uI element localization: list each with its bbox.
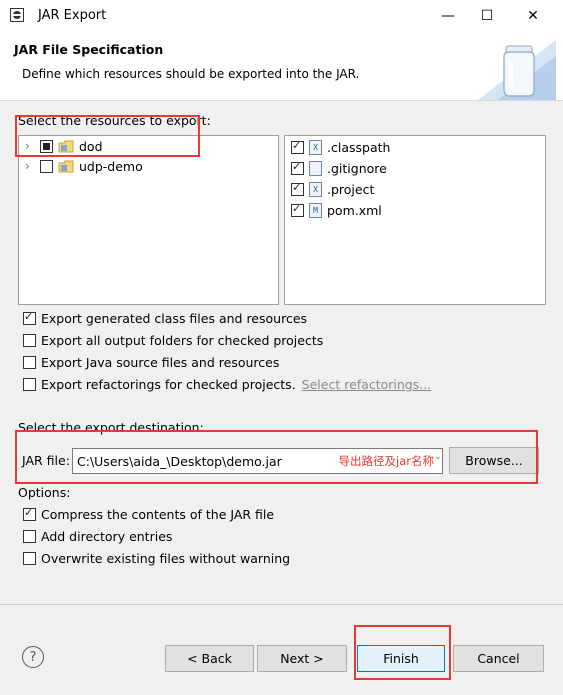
- project-checkbox[interactable]: [40, 159, 53, 173]
- option-label: Overwrite existing files without warning: [41, 551, 291, 566]
- eclipse-app-icon: [10, 8, 24, 22]
- file-name: .project: [327, 181, 375, 197]
- select-refactorings-link[interactable]: Select refactorings...: [302, 377, 431, 392]
- checkbox[interactable]: [23, 356, 36, 369]
- project-folder-icon: [58, 160, 74, 172]
- option-label: Add directory entries: [41, 529, 173, 544]
- option-label: Export generated class files and resourc…: [41, 311, 308, 326]
- file-item[interactable]: M pom.xml: [291, 200, 387, 220]
- cancel-button[interactable]: Cancel: [453, 645, 544, 672]
- project-name: udp-demo: [79, 158, 143, 174]
- directory-entries-option[interactable]: Add directory entries: [23, 529, 172, 544]
- help-icon[interactable]: ?: [22, 646, 44, 668]
- option-label: Export all output folders for checked pr…: [41, 333, 324, 348]
- chevron-right-icon[interactable]: ›: [25, 159, 35, 173]
- checkbox[interactable]: [23, 310, 36, 325]
- maximize-button[interactable]: ☐: [464, 0, 510, 32]
- file-name: pom.xml: [327, 202, 382, 218]
- annotation-box-finish: [354, 625, 451, 680]
- option-label: Export Java source files and resources: [41, 355, 280, 370]
- page-title: JAR File Specification: [14, 42, 164, 57]
- export-output-folders-option[interactable]: Export all output folders for checked pr…: [23, 333, 323, 348]
- checkbox[interactable]: [23, 334, 36, 347]
- file-item[interactable]: X .classpath: [291, 137, 395, 157]
- xml-file-icon: X: [309, 181, 322, 197]
- annotation-box-project: [15, 115, 200, 157]
- next-button[interactable]: Next >: [257, 645, 347, 672]
- window-title: JAR Export: [38, 8, 107, 23]
- option-label: Export refactorings for checked projects…: [41, 377, 296, 392]
- text-file-icon: [309, 160, 322, 176]
- overwrite-option[interactable]: Overwrite existing files without warning: [23, 551, 290, 566]
- annotation-box-destination: [15, 430, 538, 484]
- file-checkbox[interactable]: [291, 202, 304, 217]
- back-button[interactable]: < Back: [165, 645, 254, 672]
- wizard-header: JAR File Specification Define which reso…: [0, 32, 563, 101]
- maven-file-icon: M: [309, 202, 322, 218]
- export-java-source-option[interactable]: Export Java source files and resources: [23, 355, 279, 370]
- file-item[interactable]: .gitignore: [291, 158, 392, 178]
- checkbox[interactable]: [23, 378, 36, 391]
- compress-option[interactable]: Compress the contents of the JAR file: [23, 506, 275, 522]
- options-label: Options:: [18, 485, 71, 500]
- checkbox[interactable]: [23, 530, 36, 543]
- project-tree[interactable]: › dod › udp-demo: [18, 135, 279, 305]
- page-description: Define which resources should be exporte…: [22, 67, 360, 81]
- xml-file-icon: X: [309, 139, 322, 155]
- file-checkbox[interactable]: [291, 160, 304, 175]
- file-checkbox[interactable]: [291, 181, 304, 196]
- file-name: .gitignore: [327, 160, 387, 176]
- export-class-files-option[interactable]: Export generated class files and resourc…: [23, 310, 308, 326]
- jar-banner-icon: [478, 40, 556, 100]
- file-item[interactable]: X .project: [291, 179, 379, 199]
- title-bar: JAR Export — ☐ ✕: [0, 0, 563, 32]
- option-label: Compress the contents of the JAR file: [41, 507, 275, 522]
- checkbox[interactable]: [23, 506, 36, 521]
- file-list[interactable]: X .classpath .gitignore X .project M pom…: [284, 135, 546, 305]
- checkbox[interactable]: [23, 552, 36, 565]
- export-refactorings-option[interactable]: Export refactorings for checked projects…: [23, 377, 431, 392]
- tree-item-udp-demo[interactable]: › udp-demo: [25, 156, 148, 176]
- file-checkbox[interactable]: [291, 139, 304, 154]
- separator: [0, 604, 563, 605]
- file-name: .classpath: [327, 139, 391, 155]
- close-button[interactable]: ✕: [510, 0, 556, 32]
